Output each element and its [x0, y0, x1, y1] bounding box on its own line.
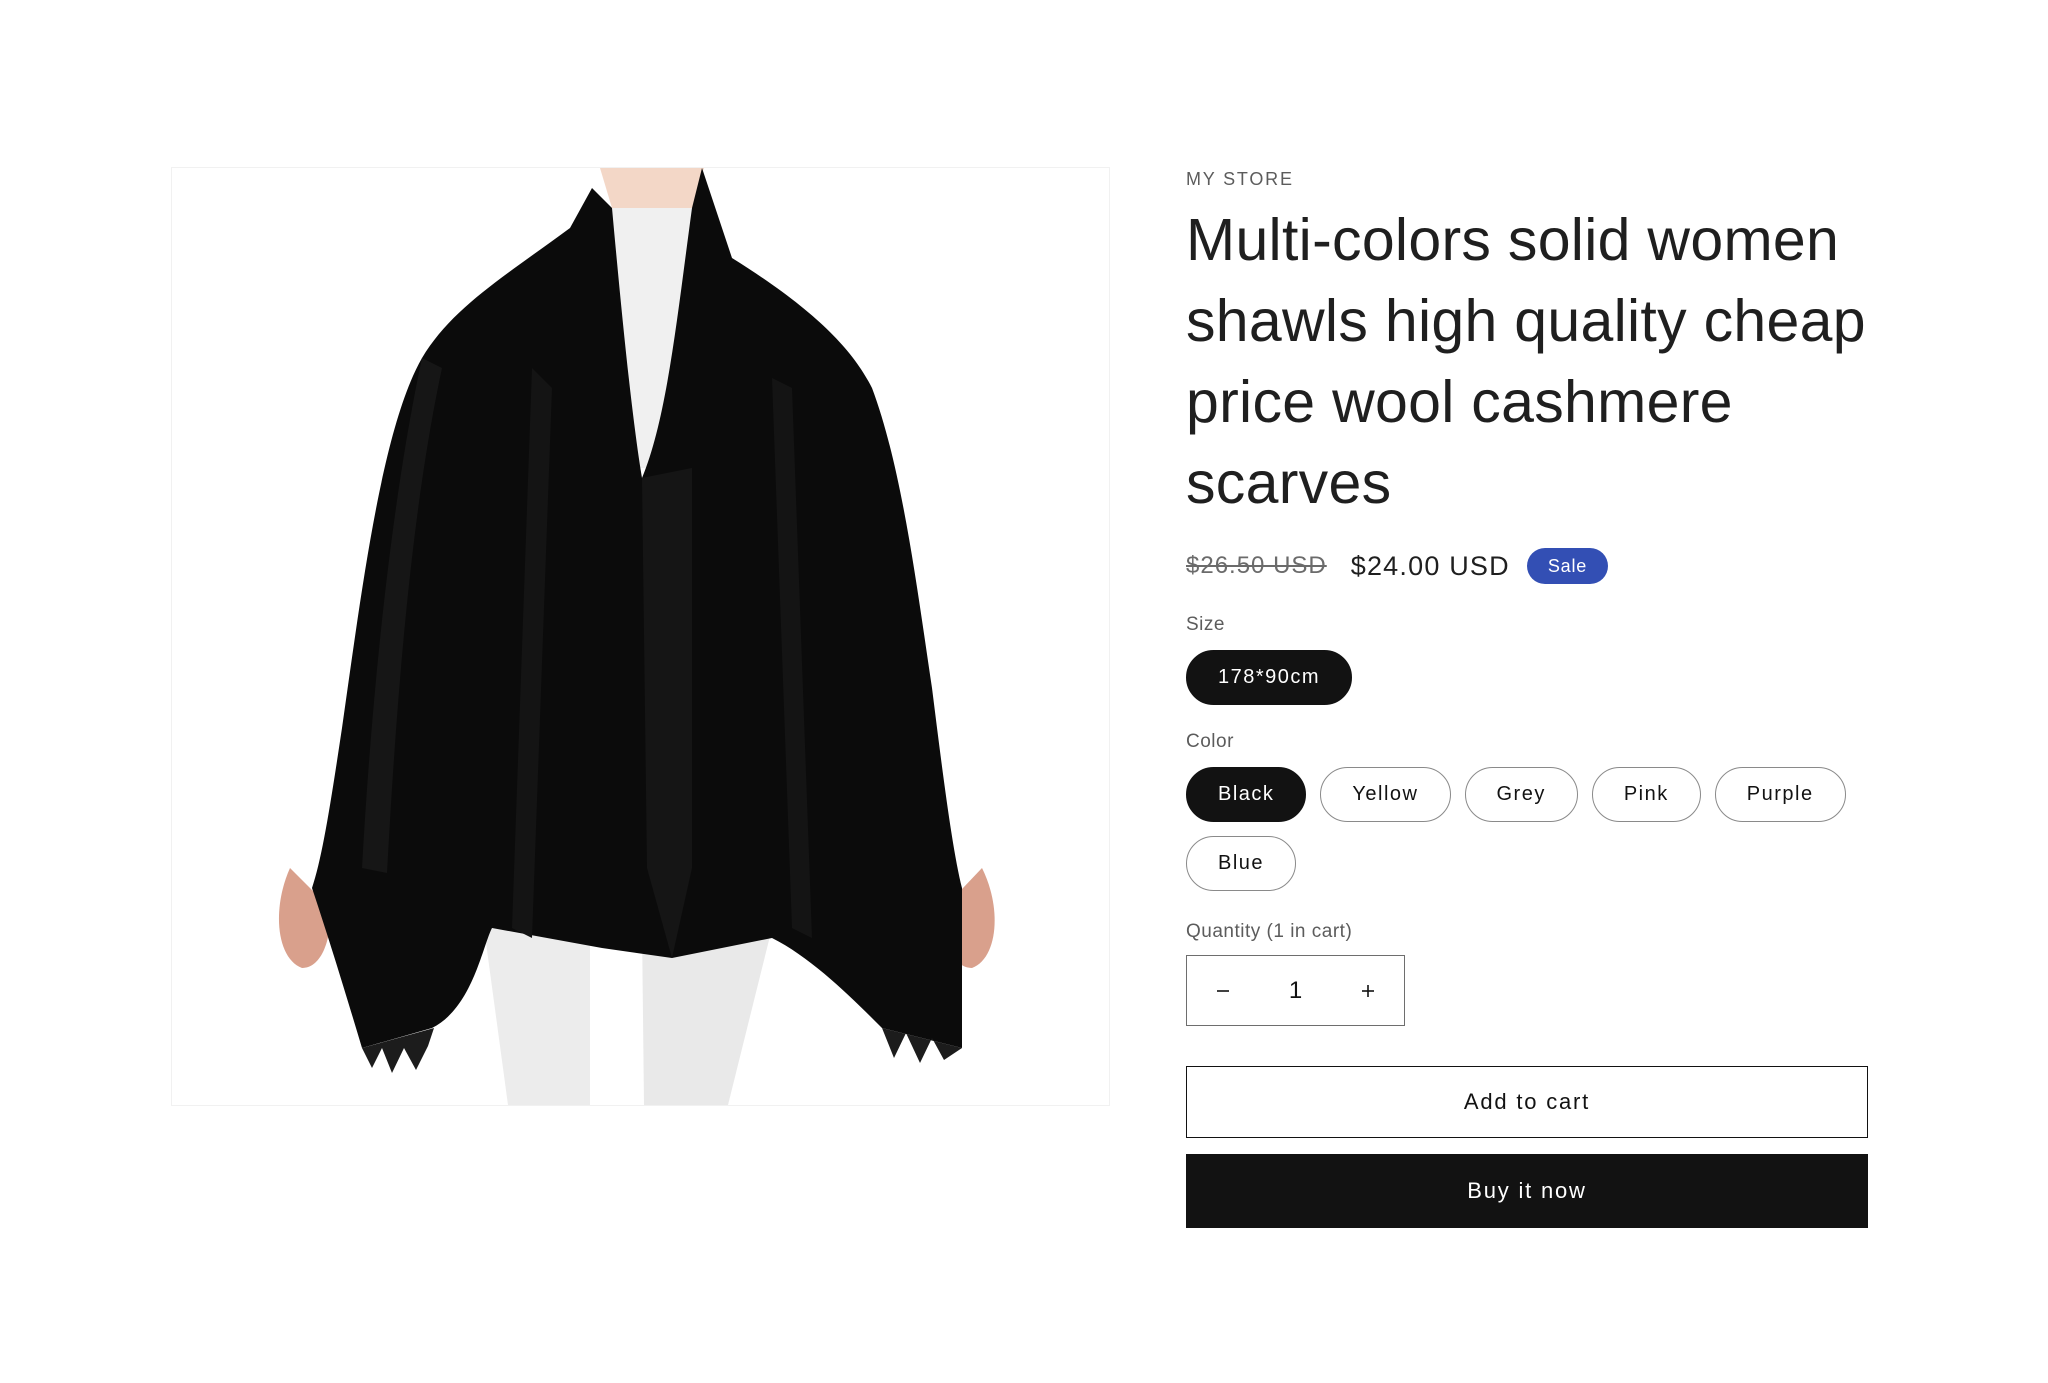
price-row: $26.50 USD $24.00 USD Sale	[1186, 544, 1868, 588]
product-image[interactable]	[171, 167, 1110, 1106]
quantity-label: Quantity (1 in cart)	[1186, 921, 1353, 942]
size-option-178x90cm[interactable]: 178*90cm	[1186, 650, 1353, 705]
color-label: Color	[1186, 731, 1234, 752]
product-info: MY STORE Multi-colors solid women shawls…	[1186, 160, 1868, 1228]
decrease-quantity-button[interactable]	[1187, 956, 1259, 1025]
product-photo	[278, 168, 995, 1105]
vendor-label: MY STORE	[1186, 169, 1294, 189]
product-title: Multi-colors solid women shawls high qua…	[1186, 207, 1866, 516]
minus-icon	[1216, 989, 1229, 992]
color-option-grey[interactable]: Grey	[1464, 767, 1578, 822]
sale-badge: Sale	[1526, 548, 1609, 584]
compare-at-price: $26.50 USD	[1186, 552, 1327, 579]
color-option-yellow[interactable]: Yellow	[1320, 767, 1451, 822]
sale-price: $24.00 USD	[1350, 550, 1510, 581]
quantity-stepper	[1186, 955, 1405, 1026]
color-options: Black Yellow Grey Pink Purple Blue	[1186, 767, 1886, 891]
color-option-black[interactable]: Black	[1186, 767, 1307, 822]
add-to-cart-button[interactable]: Add to cart	[1186, 1066, 1868, 1138]
quantity-input[interactable]	[1258, 975, 1333, 1006]
plus-icon	[1362, 984, 1375, 997]
color-option-blue[interactable]: Blue	[1186, 836, 1297, 891]
size-options: 178*90cm	[1186, 650, 1886, 705]
color-option-purple[interactable]: Purple	[1714, 767, 1846, 822]
size-label: Size	[1186, 614, 1225, 635]
buy-it-now-button[interactable]: Buy it now	[1186, 1154, 1868, 1228]
increase-quantity-button[interactable]	[1333, 956, 1405, 1025]
color-option-pink[interactable]: Pink	[1591, 767, 1701, 822]
